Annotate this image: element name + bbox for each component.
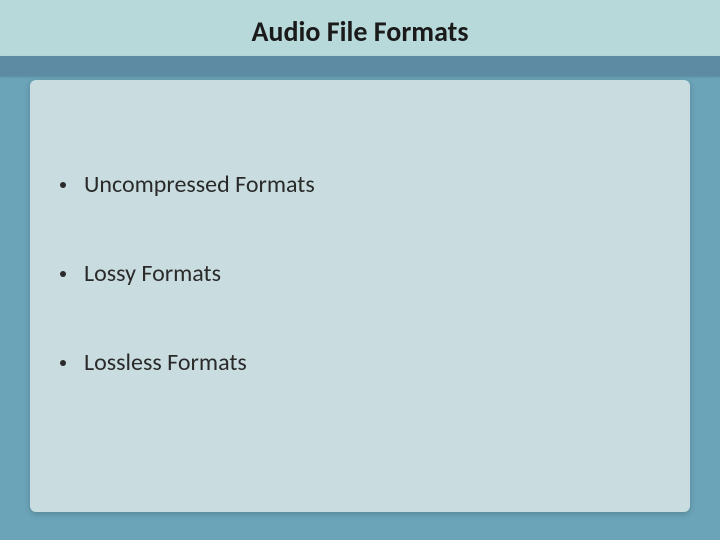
slide: Audio File Formats Uncompressed Formats … <box>0 0 720 540</box>
content-panel: Uncompressed Formats Lossy Formats Lossl… <box>30 80 690 512</box>
bullet-icon <box>60 360 66 366</box>
header-underline <box>0 56 720 76</box>
bullet-text: Lossy Formats <box>84 259 221 288</box>
bullet-icon <box>60 182 66 188</box>
slide-title: Audio File Formats <box>0 14 720 49</box>
bullet-icon <box>60 271 66 277</box>
bullet-text: Uncompressed Formats <box>84 170 315 199</box>
bullet-text: Lossless Formats <box>84 348 247 377</box>
list-item: Lossless Formats <box>60 348 660 377</box>
list-item: Uncompressed Formats <box>60 170 660 199</box>
header-band: Audio File Formats <box>0 0 720 74</box>
list-item: Lossy Formats <box>60 259 660 288</box>
